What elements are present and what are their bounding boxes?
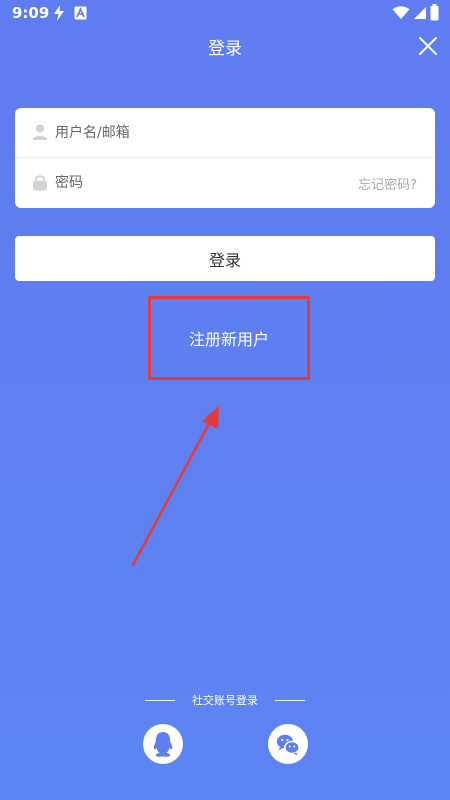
username-input[interactable] (55, 118, 355, 148)
wechat-login-button[interactable] (268, 724, 308, 764)
login-button[interactable]: 登录 (15, 236, 435, 281)
wifi-icon (392, 6, 410, 19)
wechat-icon (276, 734, 300, 756)
page-title: 登录 (208, 39, 242, 59)
social-login-divider: 社交账号登录 (145, 692, 305, 710)
user-icon (32, 124, 48, 140)
flash-icon (54, 5, 64, 21)
register-new-user-link[interactable]: 注册新用户 (148, 296, 310, 380)
battery-icon (430, 4, 439, 21)
qq-icon (153, 732, 173, 757)
status-time: 9:09 (12, 4, 50, 22)
lock-icon (33, 175, 47, 191)
divider-line-right (275, 700, 305, 701)
login-screen: 9:09 登录 用户名/邮箱 忘记密码? 登录 注册新用户 社交账号登录 (0, 0, 450, 800)
password-input[interactable] (55, 168, 355, 198)
qq-login-button[interactable] (143, 724, 183, 764)
register-new-user-label: 注册新用户 (188, 330, 269, 349)
close-icon (419, 37, 437, 55)
close-button[interactable] (414, 32, 442, 60)
username-row (15, 108, 435, 158)
signal-icon (414, 7, 426, 19)
password-row: 忘记密码? (15, 158, 435, 208)
status-bar: 9:09 (0, 0, 450, 28)
app-notification-icon (74, 6, 87, 20)
forgot-password-link[interactable]: 忘记密码? (358, 174, 417, 193)
login-form: 忘记密码? (15, 108, 435, 208)
